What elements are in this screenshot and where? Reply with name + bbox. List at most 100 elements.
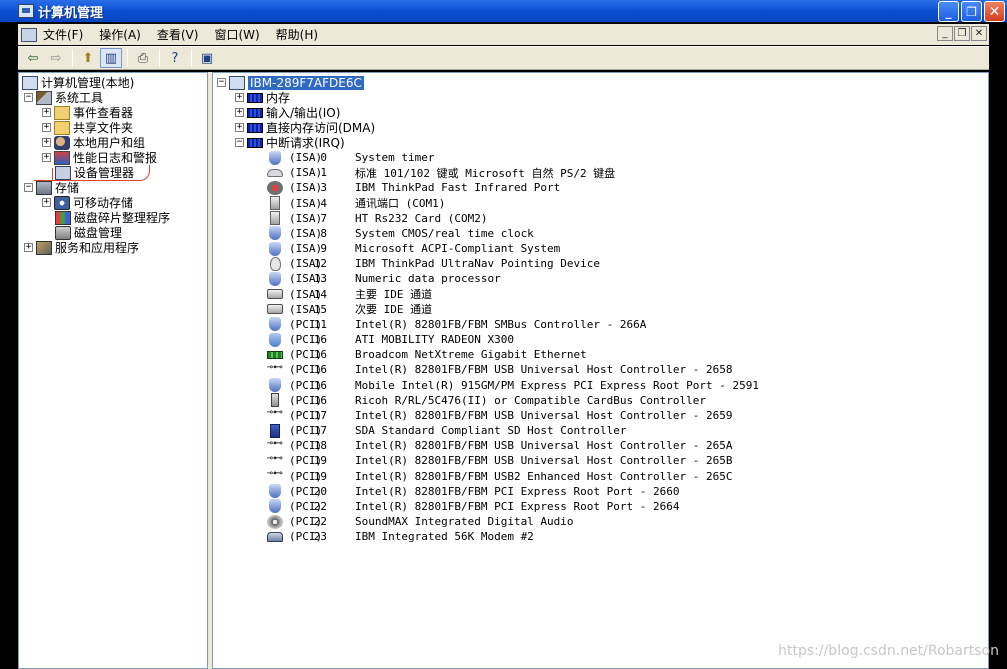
show-hide-tree-icon[interactable]: ▥ bbox=[100, 48, 122, 68]
print-icon[interactable]: ⎙ bbox=[132, 48, 154, 68]
irq-row[interactable]: (PCI)19Intel(R) 82801FB/FBM USB Universa… bbox=[213, 453, 973, 468]
tree-item-shared-folders[interactable]: + 共享文件夹 bbox=[42, 120, 133, 135]
irq-row[interactable]: (PCI) 11 Intel(R) 82801FB/FBM SMBus Contro… bbox=[213, 317, 973, 332]
irq-row[interactable]: (PCI) 22 SoundMAX Integrated Digital Audio bbox=[213, 514, 973, 529]
irq-row[interactable]: (ISA) 8 System CMOS/real time clock bbox=[213, 226, 973, 241]
menu-action[interactable]: 操作(A) bbox=[99, 26, 141, 43]
expand-icon[interactable]: + bbox=[235, 108, 244, 117]
mdi-minimize-button[interactable]: _ bbox=[937, 26, 953, 41]
irq-row[interactable]: (PCI) 16 ATI MOBILITY RADEON X300 bbox=[213, 332, 973, 347]
resource-category-io[interactable]: + 输入/输出(IO) bbox=[235, 105, 340, 120]
back-icon[interactable]: ⇦ bbox=[22, 48, 44, 68]
port-icon bbox=[270, 196, 280, 210]
menu-bar: 文件(F) 操作(A) 查看(V) 窗口(W) 帮助(H) _ ❐ ✕ bbox=[18, 24, 989, 45]
tree-item-perf-logs[interactable]: + 性能日志和警报 bbox=[42, 150, 157, 165]
resource-category-memory[interactable]: + 内存 bbox=[235, 90, 290, 105]
window-controls: _ ❐ ✕ bbox=[938, 1, 1005, 22]
tree-item-disk-management[interactable]: 磁盘管理 bbox=[55, 225, 122, 240]
performance-icon bbox=[54, 150, 70, 165]
tree-item-services-apps[interactable]: + 服务和应用程序 bbox=[24, 240, 139, 255]
menu-file[interactable]: 文件(F) bbox=[43, 26, 83, 43]
tree-item-local-users[interactable]: + 本地用户和组 bbox=[42, 135, 145, 150]
mdi-restore-button[interactable]: ❐ bbox=[954, 26, 970, 41]
irq-row[interactable]: (ISA) 0 System timer bbox=[213, 150, 973, 165]
device-icon bbox=[269, 499, 281, 514]
help-icon[interactable]: ? bbox=[164, 48, 186, 68]
forward-icon[interactable]: ⇨ bbox=[45, 48, 67, 68]
expand-icon[interactable]: + bbox=[235, 123, 244, 132]
resource-category-dma[interactable]: + 直接内存访问(DMA) bbox=[235, 120, 375, 135]
expand-icon[interactable]: + bbox=[42, 123, 51, 132]
device-name: SDA Standard Compliant SD Host Controlle… bbox=[355, 424, 627, 438]
irq-number: 4 bbox=[320, 196, 327, 210]
irq-row[interactable]: (PCI)17Intel(R) 82801FB/FBM USB Universa… bbox=[213, 407, 973, 423]
modem-icon bbox=[267, 531, 283, 542]
device-name: Intel(R) 82801FB/FBM USB Universal Host … bbox=[355, 363, 733, 377]
device-name: Intel(R) 82801FB/FBM PCI Express Root Po… bbox=[355, 499, 680, 513]
expand-icon[interactable]: + bbox=[42, 138, 51, 147]
expand-icon[interactable]: + bbox=[42, 198, 51, 207]
irq-row[interactable]: (ISA) 12 IBM ThinkPad UltraNav Pointing De… bbox=[213, 256, 973, 271]
irq-row[interactable]: (ISA) 3 IBM ThinkPad Fast Infrared Port bbox=[213, 180, 973, 195]
tree-item-storage[interactable]: − 存储 bbox=[24, 180, 79, 195]
irq-row[interactable]: (PCI) 17 SDA Standard Compliant SD Host Co… bbox=[213, 423, 973, 438]
irq-row[interactable]: (ISA) 9 Microsoft ACPI-Compliant System bbox=[213, 241, 973, 256]
minimize-button[interactable]: _ bbox=[938, 1, 959, 22]
irq-row[interactable]: (ISA) 1 标准 101/102 键或 Microsoft 自然 PS/2 键盘 bbox=[213, 165, 973, 180]
expand-icon[interactable]: + bbox=[235, 93, 244, 102]
irq-row[interactable]: (PCI) 16 Broadcom NetXtreme Gigabit Ethern… bbox=[213, 347, 973, 362]
toolbar: ⇦ ⇨ ⬆ ▥ ⎙ ? ▣ bbox=[18, 46, 989, 70]
close-button[interactable]: ✕ bbox=[984, 1, 1005, 22]
device-name: IBM Integrated 56K Modem #2 bbox=[355, 530, 534, 544]
console-tree[interactable]: 计算机管理(本地) − 系统工具 + 事件查看器 + 共享文件夹 + 本地用户和… bbox=[18, 72, 208, 669]
tree-item-event-viewer[interactable]: + 事件查看器 bbox=[42, 105, 133, 120]
irq-row[interactable]: (PCI)16Intel(R) 82801FB/FBM USB Universa… bbox=[213, 362, 973, 377]
restore-button[interactable]: ❐ bbox=[961, 1, 982, 22]
properties-icon[interactable]: ▣ bbox=[196, 48, 218, 68]
device-tree-root[interactable]: − IBM-289F7AFDE6C bbox=[217, 75, 364, 90]
irq-row[interactable]: (ISA) 4 通讯端口 (COM1) bbox=[213, 196, 973, 211]
irq-row[interactable]: (PCI) 22 Intel(R) 82801FB/FBM PCI Express … bbox=[213, 499, 973, 514]
collapse-icon[interactable]: − bbox=[24, 183, 33, 192]
expand-icon[interactable]: + bbox=[24, 243, 33, 252]
irq-row[interactable]: (ISA) 15 次要 IDE 通道 bbox=[213, 302, 973, 317]
device-name: 主要 IDE 通道 bbox=[355, 288, 433, 302]
irq-row[interactable]: (PCI)19Intel(R) 82801FB/FBM USB2 Enhance… bbox=[213, 468, 973, 484]
usb-icon bbox=[267, 407, 283, 422]
irq-number: 3 bbox=[320, 181, 327, 195]
tree-item-disk-defrag[interactable]: 磁盘碎片整理程序 bbox=[55, 210, 170, 225]
irq-row[interactable]: (PCI) 16 Ricoh R/RL/5C476(II) or Compatibl… bbox=[213, 393, 973, 408]
irq-number: 15 bbox=[313, 302, 327, 316]
tree-item-removable-storage[interactable]: + 可移动存储 bbox=[42, 195, 133, 210]
collapse-icon[interactable]: − bbox=[217, 78, 226, 87]
display-adapter-icon bbox=[269, 332, 281, 347]
menu-help[interactable]: 帮助(H) bbox=[276, 26, 318, 43]
mmc-document-icon[interactable] bbox=[21, 27, 37, 42]
irq-row[interactable]: (PCI) 23 IBM Integrated 56K Modem #2 bbox=[213, 529, 973, 544]
tree-item-system-tools[interactable]: − 系统工具 bbox=[24, 90, 103, 105]
menu-view[interactable]: 查看(V) bbox=[157, 26, 199, 43]
device-view[interactable]: − IBM-289F7AFDE6C + 内存 + 输入/输出(IO) + 直接内… bbox=[212, 72, 989, 669]
mdi-close-button[interactable]: ✕ bbox=[971, 26, 987, 41]
tree-item-root[interactable]: 计算机管理(本地) bbox=[22, 75, 134, 90]
expand-icon[interactable]: + bbox=[42, 153, 51, 162]
irq-row[interactable]: (PCI) 20 Intel(R) 82801FB/FBM PCI Express … bbox=[213, 484, 973, 499]
tree-item-device-manager[interactable]: 设备管理器 bbox=[55, 165, 134, 180]
expand-icon[interactable]: + bbox=[42, 108, 51, 117]
event-viewer-icon bbox=[54, 105, 70, 120]
irq-row[interactable]: (ISA) 13 Numeric data processor bbox=[213, 271, 973, 286]
collapse-icon[interactable]: − bbox=[235, 138, 244, 147]
device-name: System timer bbox=[355, 151, 435, 164]
collapse-icon[interactable]: − bbox=[24, 93, 33, 102]
usb-icon bbox=[267, 362, 283, 377]
irq-number: 19 bbox=[313, 454, 327, 468]
device-icon bbox=[269, 317, 281, 332]
irq-row[interactable]: (PCI)18Intel(R) 82801FB/FBM USB Universa… bbox=[213, 438, 973, 453]
menu-window[interactable]: 窗口(W) bbox=[214, 26, 259, 43]
irq-number: 8 bbox=[320, 226, 327, 240]
irq-row[interactable]: (PCI) 16 Mobile Intel(R) 915GM/PM Express … bbox=[213, 378, 973, 393]
up-folder-icon[interactable]: ⬆ bbox=[77, 48, 99, 68]
resource-category-irq[interactable]: − 中断请求(IRQ) bbox=[235, 135, 345, 150]
irq-row[interactable]: (ISA) 7 HT Rs232 Card (COM2) bbox=[213, 211, 973, 226]
irq-row[interactable]: (ISA) 14 主要 IDE 通道 bbox=[213, 287, 973, 302]
